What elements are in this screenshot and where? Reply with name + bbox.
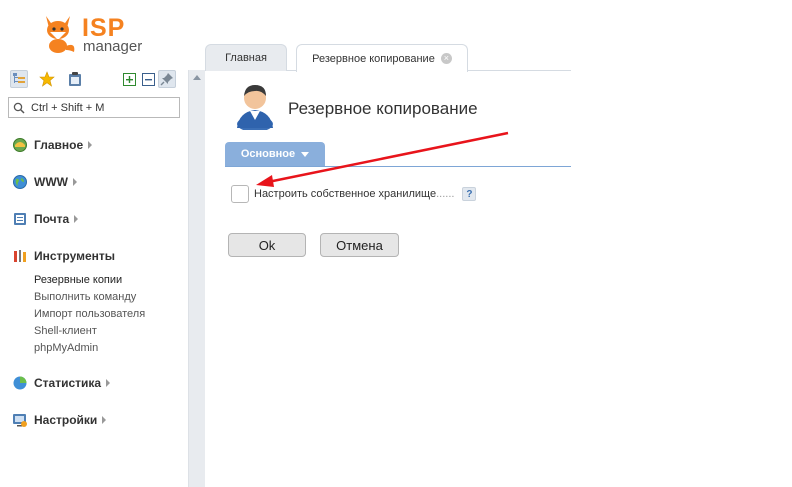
tools-icon	[12, 248, 28, 264]
close-icon[interactable]: ×	[440, 53, 452, 64]
fox-logo-icon	[46, 16, 75, 53]
sidebar-item-backups[interactable]: Резервные копии	[34, 274, 122, 286]
chevron-right-icon	[72, 178, 77, 186]
globe-icon	[12, 174, 28, 190]
app-window: ISP manager Ctrl + Shift + M Главное WWW…	[0, 0, 792, 487]
main-content: Резервное копирование Основное Настроить…	[205, 72, 571, 487]
tab-backup[interactable]: Резервное копирование ×	[296, 44, 468, 72]
chevron-right-icon	[74, 215, 79, 223]
tab-basic[interactable]: Основное	[225, 142, 325, 166]
search-box[interactable]	[8, 97, 180, 118]
sidebar-section-label: Статистика	[34, 376, 102, 390]
subtab-divider	[225, 166, 571, 167]
expand-all-icon	[122, 72, 136, 86]
sidebar-toolbar	[10, 70, 182, 90]
sidebar-section-label: Настройки	[34, 413, 98, 427]
collapse-arrow-icon[interactable]	[193, 75, 201, 80]
sidebar-section-mail[interactable]: Почта	[12, 210, 79, 228]
notes-button[interactable]	[66, 70, 84, 88]
mail-icon	[12, 211, 28, 227]
field-dots: ......	[436, 188, 455, 200]
home-icon	[12, 137, 28, 153]
settings-icon	[12, 412, 28, 428]
isp-manager-logo[interactable]: ISP manager	[40, 12, 160, 56]
sidebar-section-label: Главное	[34, 138, 84, 152]
tree-view-button[interactable]	[10, 70, 28, 88]
clipboard-icon	[69, 72, 81, 86]
sidebar-section-label: Почта	[34, 212, 70, 226]
favorites-button[interactable]	[38, 70, 56, 88]
tab-bar: Главная Резервное копирование ×	[205, 44, 571, 72]
tab-home[interactable]: Главная	[205, 44, 287, 71]
sidebar-section-statistics[interactable]: Статистика	[12, 374, 111, 392]
chevron-right-icon	[102, 416, 107, 424]
sidebar-section-tools[interactable]: Инструменты	[12, 247, 115, 265]
sidebar-splitter[interactable]	[188, 70, 205, 487]
sidebar-section-label: WWW	[34, 175, 68, 189]
chevron-down-icon	[301, 151, 310, 157]
help-icon[interactable]: ?	[462, 187, 477, 201]
sidebar-section-label: Инструменты	[34, 249, 116, 263]
sidebar-section-www[interactable]: WWW	[12, 173, 77, 191]
custom-storage-checkbox[interactable]	[231, 185, 249, 203]
collapse-all-button[interactable]	[139, 70, 157, 88]
stats-icon	[12, 375, 28, 391]
sidebar-item-phpmyadmin[interactable]: phpMyAdmin	[34, 342, 98, 354]
sidebar-item-run-command[interactable]: Выполнить команду	[34, 291, 136, 303]
search-input[interactable]	[31, 100, 176, 115]
user-avatar-icon	[237, 85, 273, 130]
custom-storage-field: Настроить собственное хранилище ...... ?	[231, 185, 477, 203]
pin-icon	[160, 73, 173, 86]
collapse-all-icon	[141, 72, 155, 86]
cancel-button[interactable]: Отмена	[320, 233, 399, 257]
tab-label: Резервное копирование	[312, 52, 435, 65]
star-icon	[39, 71, 55, 87]
sidebar-section-settings[interactable]: Настройки	[12, 411, 107, 429]
sidebar-item-import-user[interactable]: Импорт пользователя	[34, 308, 145, 320]
sidebar-item-shell-client[interactable]: Shell-клиент	[34, 325, 97, 337]
logo-product-text: manager	[83, 38, 143, 55]
tree-view-icon	[13, 73, 25, 83]
page-title: Резервное копирование	[288, 99, 478, 118]
expand-all-button[interactable]	[120, 70, 138, 88]
tab-label: Главная	[225, 52, 267, 64]
chevron-right-icon	[106, 379, 111, 387]
ok-button[interactable]: Ok	[228, 233, 306, 257]
pin-button[interactable]	[158, 70, 176, 88]
subtab-label: Основное	[240, 148, 296, 160]
sidebar: Главное WWW Почта Инструменты Резервны	[0, 64, 188, 487]
custom-storage-label: Настроить собственное хранилище	[254, 188, 437, 200]
chevron-right-icon	[88, 141, 93, 149]
search-icon	[13, 102, 25, 114]
sidebar-section-main[interactable]: Главное	[12, 136, 93, 154]
